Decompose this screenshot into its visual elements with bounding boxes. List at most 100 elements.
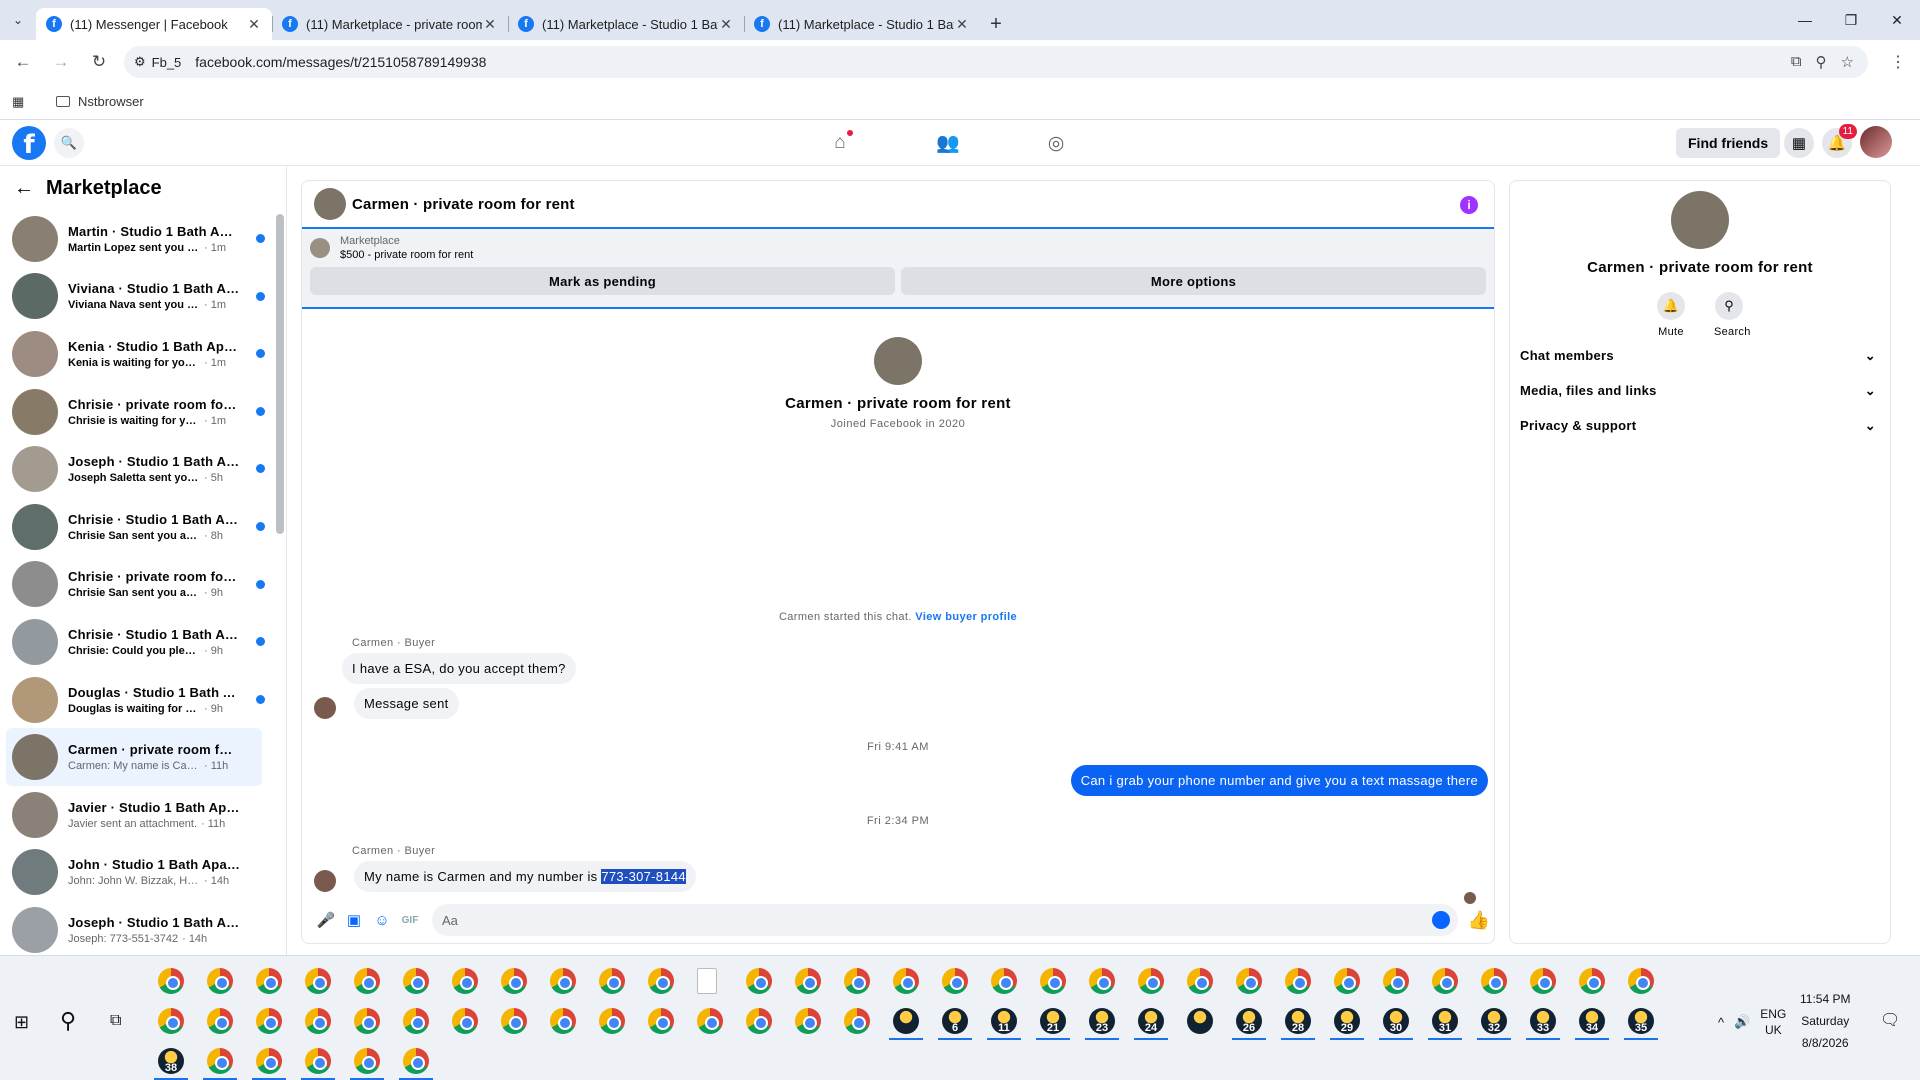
back-arrow-icon[interactable]: ← — [14, 177, 34, 200]
chrome-icon[interactable] — [354, 1008, 380, 1034]
bookmark-folder-nstbrowser[interactable]: Nstbrowser — [56, 94, 144, 109]
chrome-icon[interactable] — [256, 968, 282, 994]
sender-avatar[interactable] — [314, 697, 336, 719]
chrome-icon[interactable] — [354, 968, 380, 994]
chat-avatar[interactable] — [314, 188, 346, 220]
chrome-icon[interactable] — [158, 1008, 184, 1034]
chrome-icon[interactable] — [305, 1048, 331, 1074]
conversation-item[interactable]: Chrisie · private room for rent Chrisie S… — [6, 556, 265, 614]
sticker-icon[interactable]: ☺ — [368, 906, 396, 934]
menu-grid-icon[interactable]: ▦ — [1784, 128, 1814, 158]
show-hidden-icons-icon[interactable]: ^ — [1718, 1015, 1724, 1030]
reload-icon[interactable]: ↻ — [84, 52, 114, 72]
view-buyer-profile-link[interactable]: View buyer profile — [915, 611, 1017, 623]
browser-profile-icon[interactable]: 33 — [1530, 1008, 1556, 1034]
chrome-icon[interactable] — [1628, 968, 1654, 994]
browser-tab-marketplace-studio-2[interactable]: f (11) Marketplace - Studio 1 Bath ✕ — [744, 8, 980, 40]
chat-header[interactable]: Carmen · private room for rent i — [302, 181, 1494, 229]
friends-icon[interactable]: 👥 — [933, 130, 963, 156]
chrome-icon[interactable] — [1236, 968, 1262, 994]
chrome-icon[interactable] — [1187, 968, 1213, 994]
listing-title[interactable]: $500 - private room for rent — [340, 249, 473, 261]
privacy-support-section[interactable]: Privacy & support ⌄ — [1510, 408, 1890, 443]
chrome-icon[interactable] — [893, 968, 919, 994]
browser-tab-messenger[interactable]: f (11) Messenger | Facebook ✕ — [36, 8, 272, 40]
site-info-chip[interactable]: ⚙ Fb_5 — [134, 54, 181, 70]
browser-profile-icon[interactable]: 31 — [1432, 1008, 1458, 1034]
search-icon[interactable]: 🔍 — [54, 128, 84, 158]
chrome-icon[interactable] — [648, 1008, 674, 1034]
microphone-icon[interactable]: 🎤 — [312, 906, 340, 934]
close-tab-icon[interactable]: ✕ — [482, 16, 498, 33]
chrome-icon[interactable] — [795, 968, 821, 994]
conversation-item[interactable]: Carmen · private room for rent Carmen: My… — [6, 728, 262, 786]
chrome-icon[interactable] — [305, 1008, 331, 1034]
conversation-item[interactable]: Viviana · Studio 1 Bath Apartment Viviana… — [6, 268, 265, 326]
listing-thumbnail[interactable] — [310, 238, 330, 258]
notification-center-icon[interactable]: 🗨 — [1880, 1010, 1900, 1030]
apps-grid-icon[interactable]: ▦ — [12, 94, 28, 110]
chrome-icon[interactable] — [795, 1008, 821, 1034]
browser-profile-icon[interactable]: 32 — [1481, 1008, 1507, 1034]
message-input[interactable]: Aa — [432, 904, 1458, 936]
minimize-icon[interactable]: — — [1782, 0, 1828, 40]
gif-icon[interactable]: GIF — [396, 906, 424, 934]
chat-title[interactable]: Carmen · private room for rent — [352, 196, 575, 213]
conversation-item[interactable]: Douglas · Studio 1 Bath Apartment Douglas… — [6, 671, 265, 729]
conversation-item[interactable]: John · Studio 1 Bath Apartment John: John… — [6, 844, 262, 902]
photo-attach-icon[interactable]: ▣ — [340, 906, 368, 934]
chrome-icon[interactable] — [1089, 968, 1115, 994]
outgoing-message-bubble[interactable]: Can i grab your phone number and give yo… — [1070, 765, 1488, 796]
chrome-icon[interactable] — [452, 968, 478, 994]
sidebar-scrollbar[interactable] — [276, 214, 284, 534]
tab-search-dropdown[interactable]: ⌄ — [0, 0, 36, 40]
browser-profile-icon[interactable] — [893, 1008, 919, 1034]
conversation-item[interactable]: Joseph · Studio 1 Bath Apartment Joseph S… — [6, 440, 265, 498]
chrome-icon[interactable] — [1481, 968, 1507, 994]
search-conversation-button[interactable]: ⚲ Search — [1714, 292, 1750, 338]
chrome-icon[interactable] — [158, 968, 184, 994]
chrome-icon[interactable] — [207, 968, 233, 994]
volume-icon[interactable]: 🔊 — [1734, 1014, 1750, 1030]
chrome-icon[interactable] — [207, 1048, 233, 1074]
more-options-button[interactable]: More options — [901, 267, 1486, 295]
forward-icon[interactable]: → — [46, 52, 76, 72]
chat-members-section[interactable]: Chat members ⌄ — [1510, 338, 1890, 373]
chrome-icon[interactable] — [599, 968, 625, 994]
browser-profile-icon[interactable]: 28 — [1285, 1008, 1311, 1034]
chrome-icon[interactable] — [403, 1008, 429, 1034]
browser-profile-icon[interactable]: 38 — [158, 1048, 184, 1074]
chrome-icon[interactable] — [452, 1008, 478, 1034]
chrome-icon[interactable] — [1530, 968, 1556, 994]
browser-profile-icon[interactable]: 24 — [1138, 1008, 1164, 1034]
chrome-icon[interactable] — [942, 968, 968, 994]
new-tab-button[interactable]: + — [980, 8, 1012, 40]
chrome-icon[interactable] — [1383, 968, 1409, 994]
browser-profile-icon[interactable]: 21 — [1040, 1008, 1066, 1034]
chrome-icon[interactable] — [1285, 968, 1311, 994]
file-icon[interactable] — [697, 968, 717, 994]
mark-as-pending-button[interactable]: Mark as pending — [310, 267, 895, 295]
chrome-icon[interactable] — [256, 1008, 282, 1034]
incoming-message-bubble[interactable]: I have a ESA, do you accept them? — [342, 653, 576, 684]
chrome-icon[interactable] — [256, 1048, 282, 1074]
thumbs-up-icon[interactable]: 👍 — [1464, 910, 1494, 931]
archive-app-icon[interactable] — [1187, 1008, 1213, 1034]
chrome-icon[interactable] — [1040, 968, 1066, 994]
close-tab-icon[interactable]: ✕ — [954, 16, 970, 33]
conversation-item[interactable]: Kenia · Studio 1 Bath Apartment Kenia is … — [6, 325, 265, 383]
chrome-icon[interactable] — [844, 968, 870, 994]
groups-icon[interactable]: ◎ — [1041, 130, 1071, 156]
chrome-icon[interactable] — [1138, 968, 1164, 994]
windows-start-icon[interactable]: ⊞ — [14, 1012, 29, 1033]
conversation-item[interactable]: Chrisie · private room for rent Chrisie i… — [6, 383, 265, 441]
chrome-icon[interactable] — [697, 1008, 723, 1034]
taskbar-scroll[interactable] — [1693, 960, 1705, 1076]
chrome-icon[interactable] — [305, 968, 331, 994]
chrome-icon[interactable] — [746, 968, 772, 994]
chrome-icon[interactable] — [648, 968, 674, 994]
chrome-icon[interactable] — [207, 1008, 233, 1034]
chrome-icon[interactable] — [550, 1008, 576, 1034]
close-window-icon[interactable]: ✕ — [1874, 0, 1920, 40]
conversation-item[interactable]: Martin · Studio 1 Bath Apartment Martin L… — [6, 210, 265, 268]
